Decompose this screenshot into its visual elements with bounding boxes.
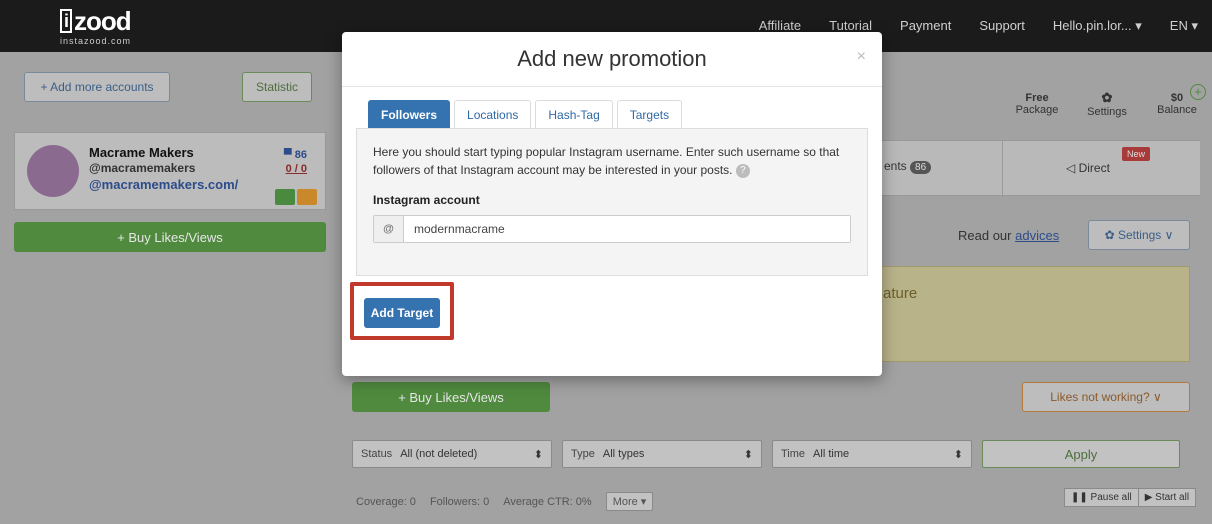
avatar [27,145,79,197]
brand-mark: i [60,9,73,33]
edit-account-button[interactable] [275,189,295,205]
advices-link[interactable]: advices [1015,228,1059,243]
filter-bar: Status All (not deleted) ⬍ Type All type… [352,440,1192,468]
select-caret-icon: ⬍ [953,448,963,461]
help-text-body: Here you should start typing popular Ins… [373,145,840,177]
tab-locations[interactable]: Locations [454,100,532,129]
bulk-actions: ❚❚ Pause all ▶ Start all [1064,488,1197,507]
status-filter-label: Status [361,448,393,460]
add-target-highlight: Add Target [350,282,454,340]
brand-domain: instazood.com [60,36,132,46]
feature-notice-text: ature [883,285,918,302]
at-sign-icon: @ [374,216,404,242]
gear-icon: ✿ [1101,90,1113,105]
comments-count-badge: 86 [910,161,932,174]
nav-user-menu[interactable]: Hello.pin.lor... ▾ [1053,18,1142,34]
type-filter-value: All types [602,448,645,460]
posts-count-badge: ▀ 86 [283,149,307,161]
new-badge: New [1122,147,1151,161]
tab-comments[interactable]: ents 86 [884,159,932,174]
modal-divider [342,86,882,87]
feature-notice: ature [860,266,1190,362]
buy-likes-main-button[interactable]: + Buy Likes/Views [352,382,550,412]
status-filter[interactable]: Status All (not deleted) ⬍ [352,440,552,468]
type-filter-label: Type [571,448,595,460]
nav-support[interactable]: Support [979,18,1025,34]
close-icon[interactable]: × [857,48,866,66]
ratio-badge[interactable]: 0 / 0 [286,163,307,175]
balance-label: Balance [1157,104,1197,116]
account-name: Macrame Makers [89,145,194,160]
stats-line: Coverage: 0 Followers: 0 Average CTR: 0%… [356,492,654,511]
account-username: @macramemakers [89,161,196,175]
tab-followers[interactable]: Followers [368,100,451,129]
followers-tab-panel: Here you should start typing popular Ins… [356,128,868,276]
read-advices: Read our advices [958,228,1059,243]
modal-title: Add new promotion [517,46,707,71]
promotion-tabs: Followers Locations Hash-Tag Targets [368,100,683,129]
add-accounts-button[interactable]: + Add more accounts [24,72,170,102]
time-filter[interactable]: Time All time ⬍ [772,440,972,468]
tab-targets[interactable]: Targets [616,100,683,129]
settings-top-label: Settings [1087,106,1127,118]
statistic-button[interactable]: Statistic [242,72,312,102]
select-caret-icon: ⬍ [533,448,543,461]
delete-account-button[interactable] [297,189,317,205]
help-icon[interactable]: ? [735,163,750,178]
nav-language[interactable]: EN ▾ [1170,18,1198,34]
settings-top-link[interactable]: ✿ Settings [1082,90,1132,118]
select-caret-icon: ⬍ [743,448,753,461]
brand-logo[interactable]: i zood instazood.com [60,6,132,46]
help-text: Here you should start typing popular Ins… [373,143,843,179]
start-all-button[interactable]: ▶ Start all [1138,488,1197,507]
tab-comments-label: ents [884,159,907,173]
settings-dropdown-button[interactable]: ✿ Settings ∨ [1088,220,1190,250]
tab-direct[interactable]: ◁ Direct [1066,161,1110,175]
coverage-stat: Coverage: 0 [356,495,416,508]
apply-button[interactable]: Apply [982,440,1180,468]
brand-name: zood [74,6,132,36]
instagram-account-field: @ [373,215,851,243]
add-promotion-modal: Add new promotion × Followers Locations … [342,32,882,376]
followers-stat: Followers: 0 [429,495,490,508]
pause-all-button[interactable]: ❚❚ Pause all [1064,488,1139,507]
account-link[interactable]: @macramemakers.com/ [89,177,238,192]
more-dropdown[interactable]: More ▾ [605,492,654,511]
add-target-button[interactable]: Add Target [364,298,440,328]
package-info[interactable]: Free Package [1012,92,1062,116]
package-label: Package [1015,104,1059,116]
add-funds-icon[interactable]: + [1190,84,1206,100]
tab-hashtag[interactable]: Hash-Tag [535,100,613,129]
instagram-account-input[interactable] [404,216,850,242]
read-our-label: Read our [958,228,1012,243]
account-card[interactable]: Macrame Makers @macramemakers @macramema… [14,132,326,210]
time-filter-value: All time [813,448,850,460]
tab-divider [1002,141,1003,197]
avg-ctr-stat: Average CTR: 0% [503,495,592,508]
time-filter-label: Time [781,448,806,460]
status-filter-value: All (not deleted) [400,448,478,460]
buy-likes-left-button[interactable]: + Buy Likes/Views [14,222,326,252]
type-filter[interactable]: Type All types ⬍ [562,440,762,468]
instagram-account-label: Instagram account [373,193,480,207]
package-free: Free [1025,92,1049,104]
likes-not-working-button[interactable]: Likes not working? ∨ [1022,382,1190,412]
nav-payment[interactable]: Payment [900,18,951,34]
content-tabs: ents 86 ◁ Direct New [860,140,1200,197]
